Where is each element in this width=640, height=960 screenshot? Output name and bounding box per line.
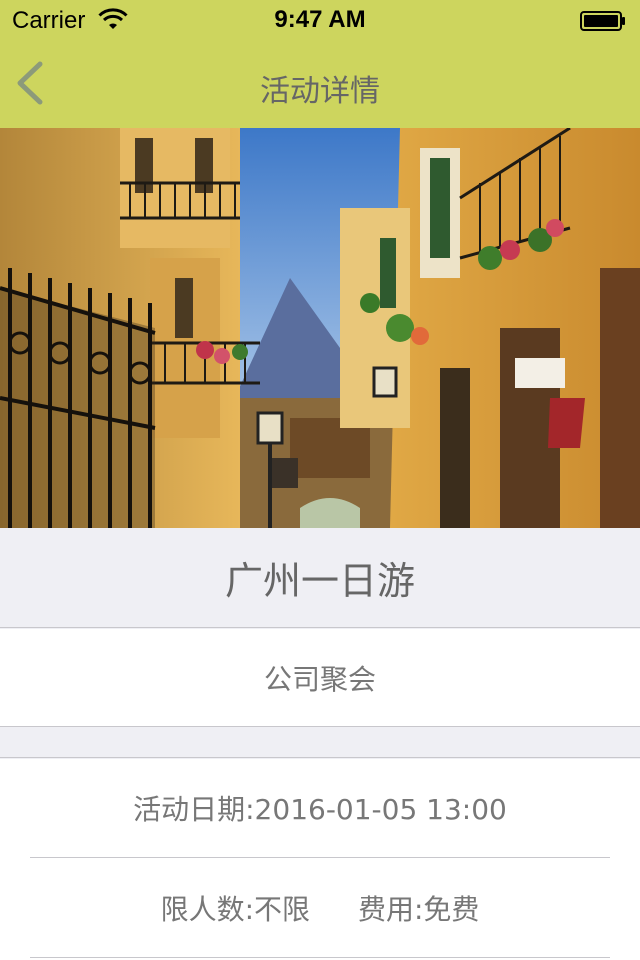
activity-category: 公司聚会 — [263, 662, 376, 696]
nav-bar: 活动详情 — [0, 40, 640, 128]
activity-title-band: 广州一日游 — [0, 528, 640, 628]
status-bar: Carrier 9:47 AM — [0, 0, 640, 40]
activity-limit-fee-row: 限人数:不限 费用:免费 — [0, 858, 640, 957]
clock: 9:47 AM — [274, 6, 366, 33]
divider — [30, 957, 610, 958]
page-title: 活动详情 — [260, 74, 380, 109]
activity-info-section: 活动日期:2016-01-05 13:00 限人数:不限 费用:免费 — [0, 759, 640, 960]
activity-date: 活动日期:2016-01-05 13:00 — [133, 793, 507, 826]
activity-title: 广州一日游 — [224, 559, 415, 603]
section-gap — [0, 728, 640, 758]
activity-date-row: 活动日期:2016-01-05 13:00 — [0, 759, 640, 857]
activity-fee: 费用:免费 — [358, 892, 480, 926]
activity-photo — [0, 128, 640, 528]
participant-limit: 限人数:不限 — [160, 892, 310, 926]
header: Carrier 9:47 AM 活动详情 — [0, 0, 640, 128]
battery-icon — [580, 11, 625, 31]
activity-category-row: 公司聚会 — [0, 629, 640, 727]
